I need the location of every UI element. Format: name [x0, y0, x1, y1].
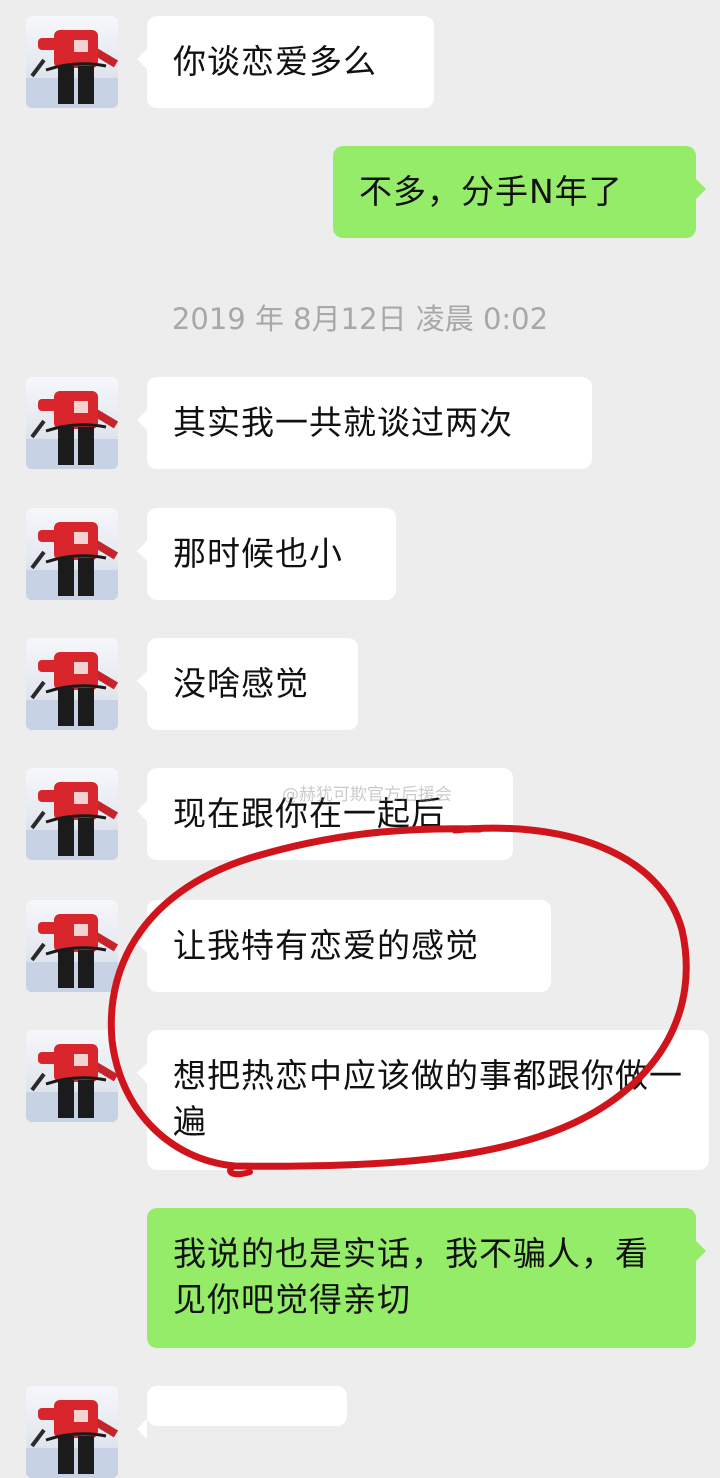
message-bubble-incoming[interactable]: 想把热恋中应该做的事都跟你做一遍 [137, 1030, 709, 1170]
message-bubble-outgoing[interactable]: 我说的也是实话，我不骗人，看见你吧觉得亲切 [147, 1208, 706, 1348]
message-bubble-incoming[interactable]: 你谈恋爱多么 [137, 16, 434, 108]
message-bubble-outgoing[interactable]: 不多，分手N年了 [333, 146, 706, 238]
avatar[interactable] [26, 1386, 118, 1478]
avatar[interactable] [26, 638, 118, 730]
message-bubble-incoming[interactable] [137, 1386, 347, 1439]
message-bubble-incoming[interactable]: 那时候也小 [137, 508, 396, 600]
watermark: @赫犹可欺官方后援会 [282, 785, 452, 805]
avatar[interactable] [26, 377, 118, 469]
avatar[interactable] [26, 900, 118, 992]
message-bubble-incoming[interactable]: 让我特有恋爱的感觉 [137, 900, 551, 992]
avatar[interactable] [26, 508, 118, 600]
message-bubble-incoming[interactable]: 其实我一共就谈过两次 [137, 377, 592, 469]
message-bubble-incoming[interactable]: 没啥感觉 [137, 638, 358, 730]
avatar[interactable] [26, 1030, 118, 1122]
timestamp: 2019 年 8月12日 凌晨 0:02 [171, 302, 549, 336]
avatar[interactable] [26, 16, 118, 108]
avatar[interactable] [26, 768, 118, 860]
